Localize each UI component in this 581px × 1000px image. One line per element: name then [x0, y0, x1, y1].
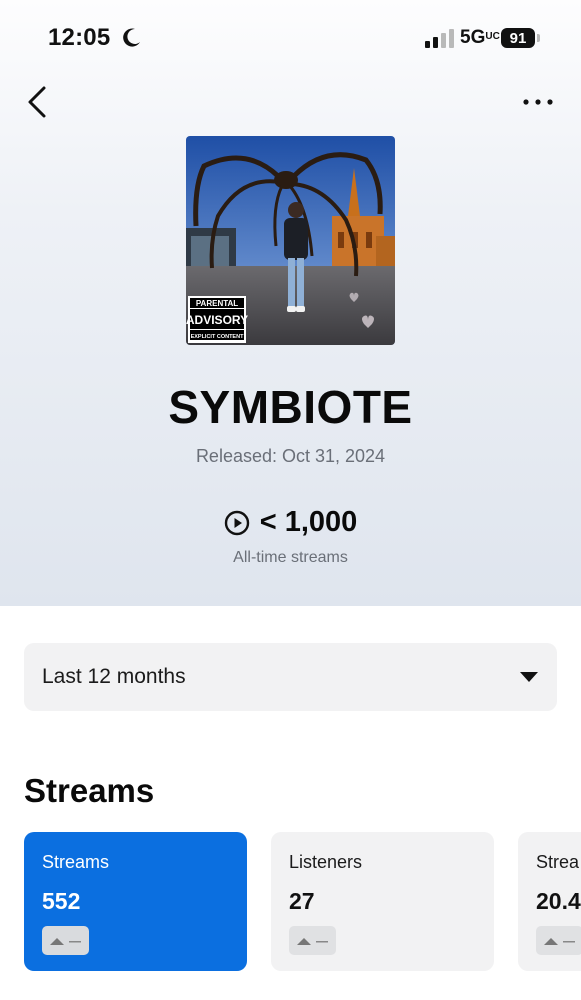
status-bar: 12:05 5GUC 91: [0, 0, 581, 70]
status-time: 12:05: [48, 24, 111, 51]
stat-card-listeners[interactable]: Listeners 27: [271, 832, 494, 971]
stat-card-value: 20.4: [536, 888, 581, 914]
caret-down-icon: [520, 672, 538, 682]
all-time-streams-value: < 1,000: [259, 506, 358, 538]
stat-card-third[interactable]: Strea 20.4: [518, 832, 581, 971]
network-type: 5G: [460, 27, 486, 48]
trend-indicator: [536, 926, 581, 955]
stat-card-streams[interactable]: Streams 552: [24, 832, 247, 971]
section-title-streams: Streams: [24, 772, 155, 809]
badge-line-3: EXPLICIT CONTENT: [191, 334, 245, 340]
stat-card-label: Listeners: [289, 852, 363, 872]
trend-indicator: [289, 926, 336, 955]
play-circle-icon: [224, 510, 249, 535]
release-title: SYMBIOTE: [168, 381, 413, 433]
network-suffix: UC: [485, 31, 500, 42]
cover-art: PARENTAL ADVISORY EXPLICIT CONTENT: [186, 136, 395, 345]
all-time-streams: < 1,000: [0, 506, 581, 539]
trend-indicator: [42, 926, 89, 955]
battery-indicator: 91: [501, 28, 535, 48]
chevron-left-icon[interactable]: [24, 84, 54, 120]
battery-tip: [537, 34, 540, 42]
parental-advisory-badge: PARENTAL ADVISORY EXPLICIT CONTENT: [186, 296, 248, 343]
time-range-value: Last 12 months: [42, 665, 186, 688]
stat-card-value: 27: [289, 888, 315, 914]
moon-icon: [123, 28, 140, 47]
stat-card-label: Streams: [42, 852, 110, 872]
stat-card-value: 552: [42, 888, 81, 914]
page: 12:05 5GUC 91 PARENTAL ADVISORY EXPLICIT…: [0, 0, 581, 1000]
release-date: Released: Oct 31, 2024: [195, 446, 386, 466]
badge-line-2: ADVISORY: [186, 313, 248, 327]
trend-up-icon: [50, 938, 81, 945]
trend-up-icon: [544, 938, 575, 945]
badge-line-1: PARENTAL: [196, 299, 238, 308]
stat-card-label: Strea: [536, 852, 580, 872]
trend-up-icon: [297, 938, 328, 945]
time-range-select[interactable]: Last 12 months: [24, 643, 557, 711]
all-time-streams-label: All-time streams: [233, 549, 348, 566]
signal-bars-icon: [425, 29, 454, 48]
more-horizontal-icon[interactable]: [520, 96, 556, 108]
network-indicator: 5GUC: [460, 27, 500, 49]
